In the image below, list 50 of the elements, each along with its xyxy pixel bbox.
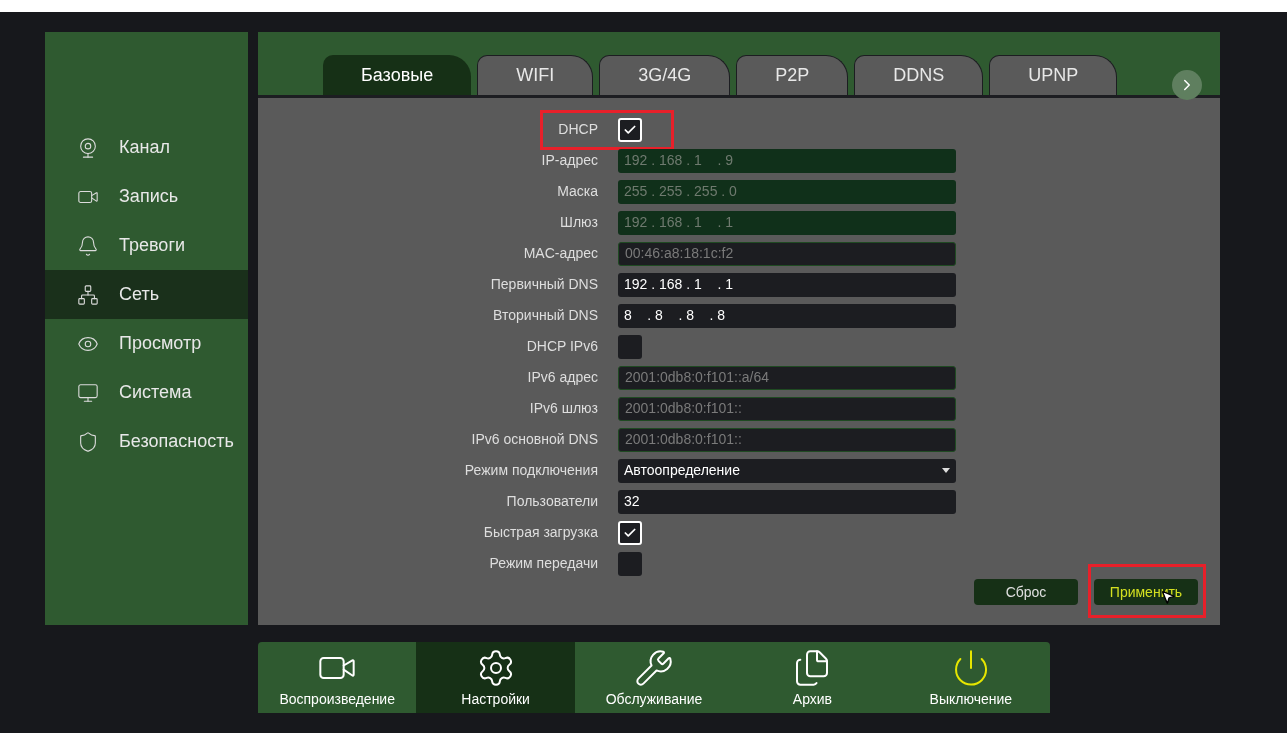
tab[interactable]: Базовые <box>323 55 472 95</box>
sidebar-item[interactable]: Канал <box>45 123 248 172</box>
field-label: IPv6 основной DNS <box>471 430 598 449</box>
checkbox[interactable] <box>618 520 642 545</box>
sidebar-item[interactable]: Запись <box>45 172 248 221</box>
caret-icon <box>942 468 950 473</box>
tab[interactable]: UPNP <box>989 55 1118 95</box>
tab[interactable]: WIFI <box>477 55 594 95</box>
checkbox[interactable] <box>618 334 642 359</box>
wrench-icon <box>634 648 674 688</box>
sidebar-item[interactable]: Безопасность <box>45 417 248 466</box>
tab[interactable]: 3G/4G <box>599 55 731 95</box>
field-label: Режим подключения <box>464 461 598 480</box>
field-label: IPv6 шлюз <box>529 399 598 418</box>
field-label: Быстрая загрузка <box>483 523 598 542</box>
action-button[interactable]: Сброс <box>974 579 1078 605</box>
checkbox[interactable] <box>618 117 642 142</box>
field-label: Режим передачи <box>489 554 598 573</box>
input-field[interactable]: 8 . 8 . 8 . 8 <box>618 303 956 328</box>
field-label: IP-адрес <box>541 151 598 170</box>
sidebar-item[interactable]: Система <box>45 368 248 417</box>
field-label: DHCP <box>558 120 598 139</box>
input-field[interactable]: 32 <box>618 489 956 514</box>
shield-icon <box>77 430 99 453</box>
tab[interactable]: P2P <box>736 55 849 95</box>
nav-item[interactable]: Обслуживание <box>574 642 734 713</box>
network-icon <box>77 283 99 306</box>
field-label: IPv6 адрес <box>527 368 598 387</box>
checkbox[interactable] <box>618 551 642 576</box>
field-label: Первичный DNS <box>490 275 598 294</box>
sidebar-item[interactable]: Тревоги <box>45 221 248 270</box>
input-field[interactable]: 192 . 168 . 1 . 1 <box>618 272 956 297</box>
field-label: DHCP IPv6 <box>526 337 598 356</box>
sidebar-item[interactable]: Просмотр <box>45 319 248 368</box>
field-label: Пользователи <box>506 492 598 511</box>
field-label: MAC-адрес <box>523 244 598 263</box>
webcam-icon <box>77 136 99 159</box>
sidebar-item[interactable]: Сеть <box>45 270 248 319</box>
nav-item[interactable]: Архив <box>733 642 892 713</box>
next-button[interactable] <box>1172 70 1202 100</box>
dropdown[interactable]: Автоопределение <box>618 458 956 483</box>
nav-item[interactable]: Выключение <box>891 642 1051 713</box>
field-label: Шлюз <box>560 213 598 232</box>
field-label: Вторичный DNS <box>493 306 598 325</box>
field-label: Маска <box>557 182 598 201</box>
nav-item[interactable]: Настройки <box>416 642 575 713</box>
nav-item[interactable]: Воспроизведение <box>258 642 417 713</box>
monitor-icon <box>77 381 99 404</box>
bell-icon <box>77 234 99 257</box>
tab[interactable]: DDNS <box>854 55 984 95</box>
